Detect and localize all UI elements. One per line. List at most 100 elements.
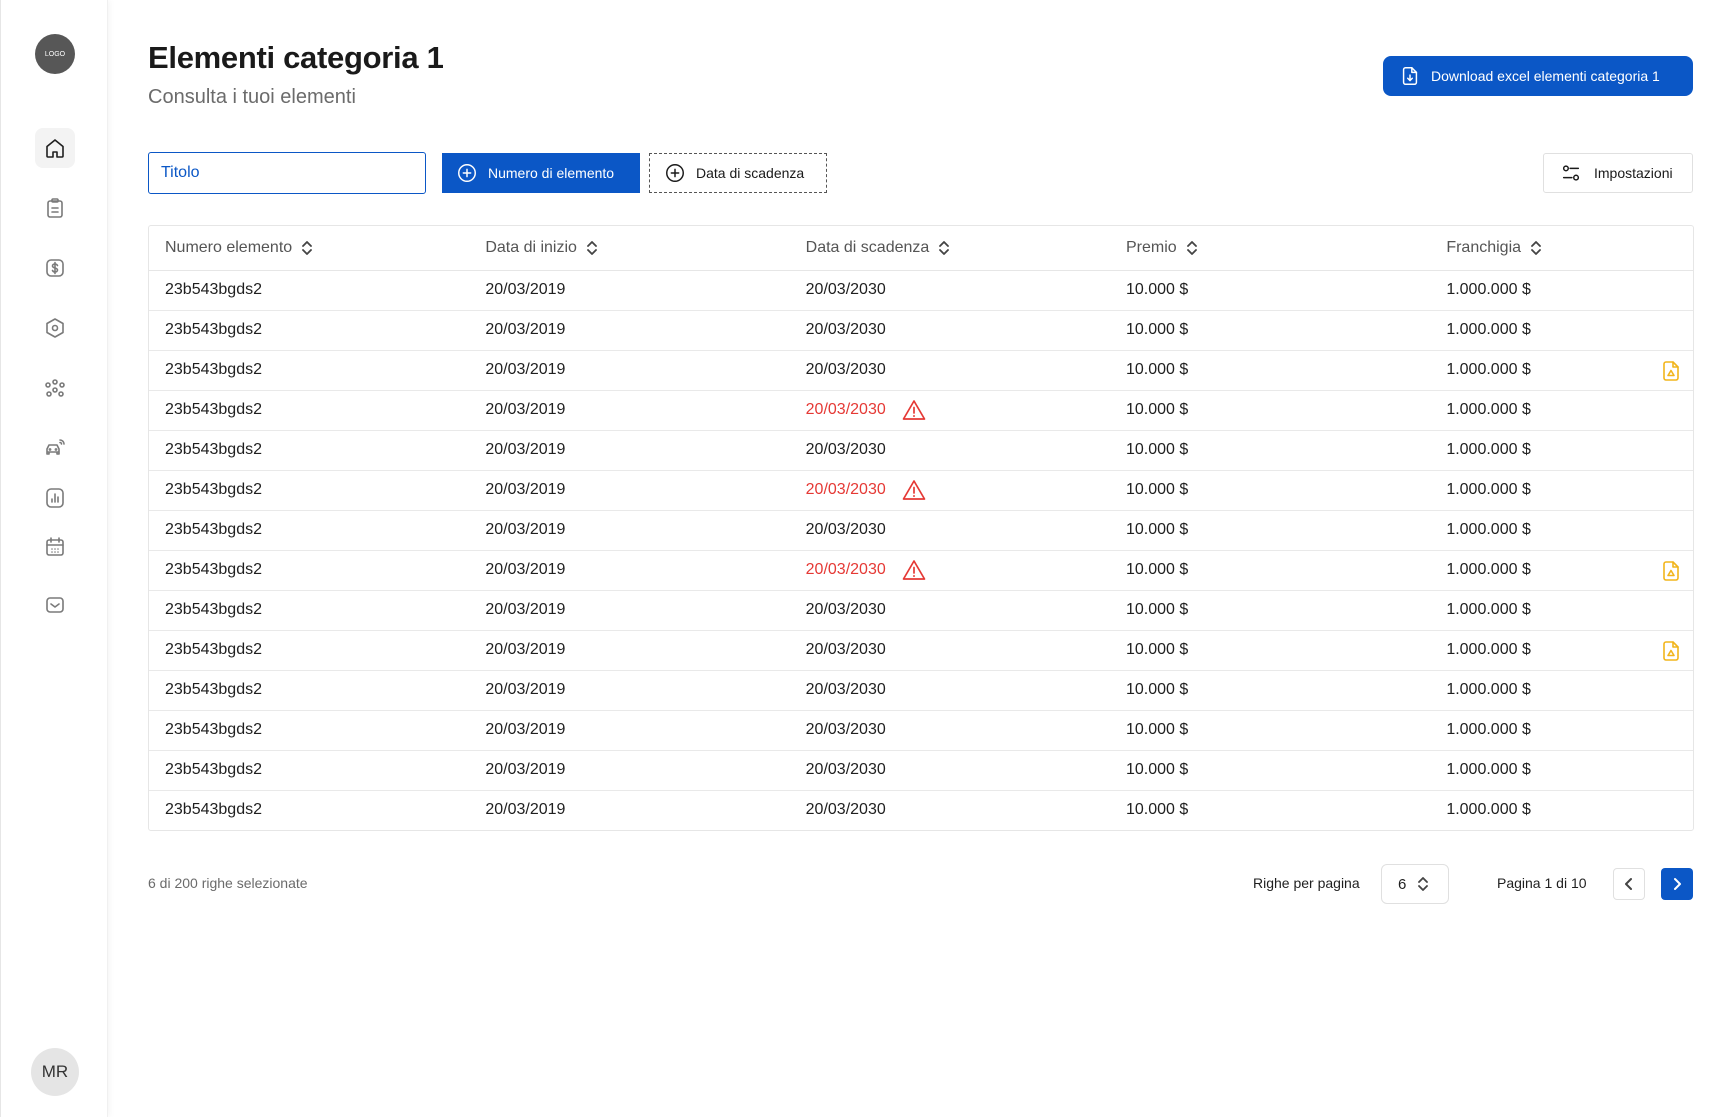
table-row[interactable]: 23b543bgds2 20/03/2019 20/03/2030 10.000 $1… bbox=[149, 790, 1693, 830]
cell-numero-elemento: 23b543bgds2 bbox=[149, 670, 470, 711]
group-icon bbox=[45, 379, 65, 397]
column-header-scadenza[interactable]: Data di scadenza bbox=[789, 226, 1110, 271]
filter-numero-elemento-label: Numero di elemento bbox=[488, 165, 615, 181]
cell-data-inizio: 20/03/2019 bbox=[469, 590, 790, 631]
sidebar-item-inbox[interactable] bbox=[35, 585, 75, 625]
sidebar-item-settings[interactable] bbox=[35, 308, 75, 348]
scadenza-value: 20/03/2030 bbox=[805, 601, 886, 618]
column-header-premio[interactable]: Premio bbox=[1109, 226, 1431, 271]
cell-numero-elemento: 23b543bgds2 bbox=[149, 310, 470, 351]
cell-franchigia: 1.000.000 $ bbox=[1430, 310, 1693, 351]
chevron-up-down-icon bbox=[1418, 877, 1429, 891]
document-warning-icon[interactable] bbox=[1659, 359, 1683, 383]
sidebar-item-home[interactable] bbox=[35, 128, 75, 168]
sort-icon[interactable] bbox=[1529, 240, 1543, 256]
sidebar-item-clipboard[interactable] bbox=[35, 188, 75, 228]
table-row[interactable]: 23b543bgds2 20/03/2019 20/03/2030 10.000 $1… bbox=[149, 470, 1693, 511]
table-row[interactable]: 23b543bgds2 20/03/2019 20/03/2030 10.000 $1… bbox=[149, 510, 1693, 551]
table-row[interactable]: 23b543bgds2 20/03/2019 20/03/2030 10.000 $1… bbox=[149, 710, 1693, 751]
sort-icon[interactable] bbox=[300, 240, 314, 256]
cell-franchigia: 1.000.000 $ bbox=[1430, 710, 1693, 751]
cell-numero-elemento: 23b543bgds2 bbox=[149, 590, 470, 631]
cell-data-scadenza: 20/03/2030 bbox=[789, 750, 1110, 791]
settings-label: Impostazioni bbox=[1594, 165, 1673, 181]
scadenza-value: 20/03/2030 bbox=[805, 641, 886, 658]
cell-franchigia: 1.000.000 $ bbox=[1430, 790, 1693, 830]
cell-numero-elemento: 23b543bgds2 bbox=[149, 270, 470, 311]
table-row[interactable]: 23b543bgds2 20/03/2019 20/03/2030 10.000 $1… bbox=[149, 630, 1693, 671]
cell-data-scadenza: 20/03/2030 bbox=[789, 270, 1110, 311]
sort-icon[interactable] bbox=[585, 240, 599, 256]
filter-data-scadenza-label: Data di scadenza bbox=[696, 165, 805, 181]
table-row[interactable]: 23b543bgds2 20/03/2019 20/03/2030 10.000 $1… bbox=[149, 350, 1693, 391]
clipboard-icon bbox=[47, 198, 63, 218]
table-row[interactable]: 23b543bgds2 20/03/2019 20/03/2030 10.000 $1… bbox=[149, 590, 1693, 631]
settings-button[interactable]: Impostazioni bbox=[1543, 153, 1693, 193]
scadenza-value: 20/03/2030 bbox=[805, 561, 886, 579]
plus-circle-icon bbox=[666, 164, 684, 182]
table-row[interactable]: 23b543bgds2 20/03/2019 20/03/2030 10.000 $1… bbox=[149, 750, 1693, 791]
previous-page-button[interactable] bbox=[1613, 868, 1645, 900]
search-input[interactable] bbox=[148, 152, 426, 194]
filter-data-scadenza-button[interactable]: Data di scadenza bbox=[649, 153, 827, 193]
franchigia-value: 1.000.000 $ bbox=[1446, 561, 1531, 578]
cell-data-inizio: 20/03/2019 bbox=[469, 670, 790, 711]
column-header-inizio[interactable]: Data di inizio bbox=[469, 226, 790, 271]
scadenza-value: 20/03/2030 bbox=[805, 401, 886, 419]
download-excel-label: Download excel elementi categoria 1 bbox=[1431, 68, 1660, 84]
cell-franchigia: 1.000.000 $ bbox=[1430, 270, 1693, 311]
cell-numero-elemento: 23b543bgds2 bbox=[149, 630, 470, 671]
cell-numero-elemento: 23b543bgds2 bbox=[149, 470, 470, 511]
scadenza-value: 20/03/2030 bbox=[805, 761, 886, 778]
cell-data-inizio: 20/03/2019 bbox=[469, 630, 790, 671]
document-warning-icon[interactable] bbox=[1659, 639, 1683, 663]
column-header-numero[interactable]: Numero elemento bbox=[149, 226, 470, 271]
sidebar-item-reports[interactable] bbox=[35, 478, 75, 518]
cell-numero-elemento: 23b543bgds2 bbox=[149, 390, 470, 431]
cell-franchigia: 1.000.000 $ bbox=[1430, 630, 1693, 671]
page-title: Elementi categoria 1 bbox=[148, 40, 444, 75]
sidebar-item-payments[interactable] bbox=[35, 248, 75, 288]
cell-numero-elemento: 23b543bgds2 bbox=[149, 750, 470, 791]
scadenza-value: 20/03/2030 bbox=[805, 441, 886, 458]
filter-numero-elemento-button[interactable]: Numero di elemento bbox=[442, 153, 640, 193]
cell-data-scadenza: 20/03/2030 bbox=[789, 670, 1110, 711]
inbox-icon bbox=[46, 597, 64, 613]
document-warning-icon[interactable] bbox=[1659, 559, 1683, 583]
cell-data-inizio: 20/03/2019 bbox=[469, 350, 790, 391]
table-row[interactable]: 23b543bgds2 20/03/2019 20/03/2030 10.000 $1… bbox=[149, 430, 1693, 471]
scadenza-value: 20/03/2030 bbox=[805, 521, 886, 538]
table-row[interactable]: 23b543bgds2 20/03/2019 20/03/2030 10.000 $1… bbox=[149, 310, 1693, 351]
rows-per-page-select[interactable]: 6 bbox=[1381, 864, 1449, 904]
table-row[interactable]: 23b543bgds2 20/03/2019 20/03/2030 10.000 $1… bbox=[149, 670, 1693, 711]
sidebar: LOGO MR bbox=[0, 0, 108, 1117]
scadenza-value: 20/03/2030 bbox=[805, 801, 886, 819]
cell-numero-elemento: 23b543bgds2 bbox=[149, 710, 470, 751]
sort-icon[interactable] bbox=[937, 240, 951, 256]
cell-data-scadenza: 20/03/2030 bbox=[789, 430, 1110, 471]
plus-circle-icon bbox=[458, 164, 476, 182]
cell-franchigia: 1.000.000 $ bbox=[1430, 350, 1693, 391]
cell-franchigia: 1.000.000 $ bbox=[1430, 510, 1693, 551]
avatar[interactable]: MR bbox=[31, 1048, 79, 1096]
cell-data-scadenza: 20/03/2030 bbox=[790, 790, 1110, 830]
table-row[interactable]: 23b543bgds2 20/03/2019 20/03/2030 10.000 $1… bbox=[149, 390, 1693, 431]
cell-data-inizio: 20/03/2019 bbox=[469, 310, 790, 351]
chevron-right-icon bbox=[1674, 878, 1681, 890]
sort-icon[interactable] bbox=[1185, 240, 1199, 256]
sidebar-item-calendar[interactable] bbox=[35, 527, 75, 567]
table-row[interactable]: 23b543bgds2 20/03/2019 20/03/2030 10.000 $1… bbox=[149, 270, 1693, 311]
download-excel-button[interactable]: Download excel elementi categoria 1 bbox=[1383, 56, 1693, 96]
hexagon-icon bbox=[46, 318, 64, 338]
next-page-button[interactable] bbox=[1661, 868, 1693, 900]
sidebar-item-vehicles[interactable] bbox=[35, 428, 75, 468]
cell-numero-elemento: 23b543bgds2 bbox=[165, 801, 262, 819]
warning-icon bbox=[902, 559, 926, 581]
sidebar-item-groups[interactable] bbox=[35, 368, 75, 408]
cell-data-inizio: 20/03/2019 bbox=[469, 510, 790, 551]
franchigia-value: 1.000.000 $ bbox=[1446, 481, 1531, 498]
column-header-franchigia[interactable]: Franchigia bbox=[1430, 226, 1693, 271]
scadenza-value: 20/03/2030 bbox=[805, 361, 886, 378]
table-body: 23b543bgds2 20/03/2019 20/03/2030 10.000 $1… bbox=[149, 270, 1693, 830]
table-row[interactable]: 23b543bgds2 20/03/2019 20/03/2030 10.000 $1… bbox=[149, 550, 1693, 591]
